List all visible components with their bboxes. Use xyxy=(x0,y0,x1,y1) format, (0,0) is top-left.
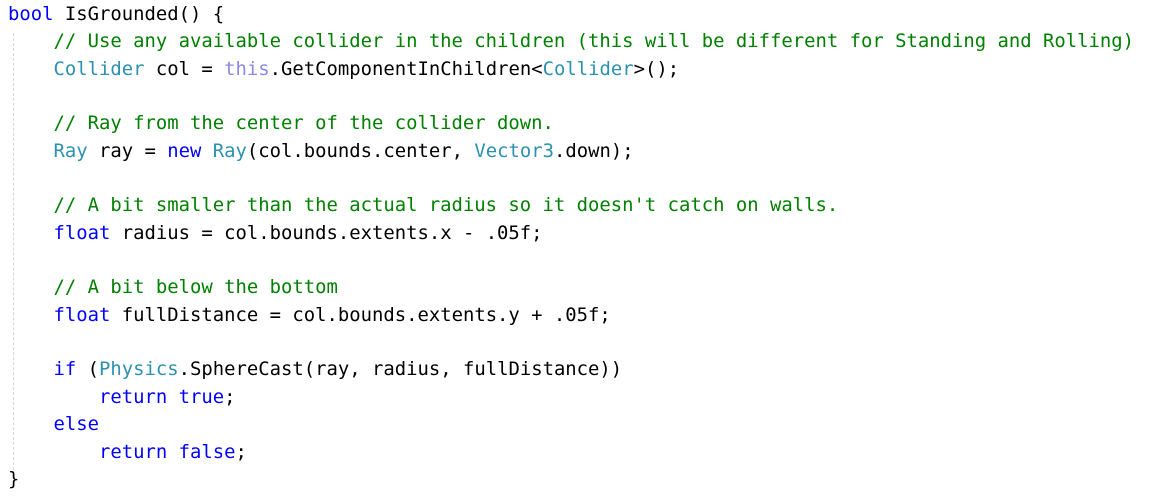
code-line: float radius = col.bounds.extents.x - .0… xyxy=(8,220,1134,247)
code-line: } xyxy=(8,466,1134,493)
code-token: } xyxy=(8,467,20,490)
code-token: ( xyxy=(76,358,99,381)
code-editor[interactable]: bool IsGrounded() { // Use any available… xyxy=(0,0,1157,499)
code-token: new xyxy=(167,139,202,162)
code-line: else xyxy=(8,411,1134,438)
code-token: if xyxy=(53,358,77,381)
code-token: // A bit smaller than the actual radius … xyxy=(53,194,839,217)
code-line: // Use any available collider in the chi… xyxy=(8,28,1134,55)
code-token: .down); xyxy=(553,139,634,162)
code-token: ray = xyxy=(87,139,168,162)
code-line: return true; xyxy=(8,384,1134,411)
code-token: Ray xyxy=(53,139,88,162)
code-token: col = xyxy=(144,57,225,80)
code-line: if (Physics.SphereCast(ray, radius, full… xyxy=(8,356,1134,383)
code-line: // Ray from the center of the collider d… xyxy=(8,110,1134,137)
code-token: true xyxy=(178,385,225,408)
code-token: Vector3 xyxy=(474,139,554,162)
code-token: ; xyxy=(224,385,236,408)
code-token: else xyxy=(53,413,100,436)
code-token: Ray xyxy=(212,139,247,162)
code-token: bool xyxy=(8,3,54,25)
code-line: // A bit smaller than the actual radius … xyxy=(8,192,1134,219)
code-token: this xyxy=(224,57,270,80)
code-token: fullDistance = col.bounds.extents.y + .0… xyxy=(110,303,611,326)
code-token: .SphereCast(ray, radius, fullDistance)) xyxy=(178,358,623,381)
code-token: .GetComponentInChildren< xyxy=(269,57,543,80)
code-token: float xyxy=(53,303,111,326)
code-token: // A bit below the bottom xyxy=(53,276,338,299)
code-token: return xyxy=(99,385,168,408)
code-line: return false; xyxy=(8,439,1134,466)
code-token: IsGrounded() { xyxy=(53,3,225,25)
code-token: Collider xyxy=(53,57,145,80)
code-line: // A bit below the bottom xyxy=(8,274,1134,301)
code-token: Collider xyxy=(542,57,634,80)
code-token: // Ray from the center of the collider d… xyxy=(53,112,554,135)
code-token: >(); xyxy=(633,57,680,80)
code-line: float fullDistance = col.bounds.extents.… xyxy=(8,302,1134,329)
code-token: return xyxy=(99,440,168,463)
code-token: ; xyxy=(235,440,247,463)
code-token: // Use any available collider in the chi… xyxy=(53,30,1134,53)
code-token: (col.bounds.center, xyxy=(246,139,475,162)
code-token: false xyxy=(178,440,236,463)
code-line: bool IsGrounded() { xyxy=(8,1,1134,28)
code-line: Collider col = this.GetComponentInChildr… xyxy=(8,56,1134,83)
code-line: Ray ray = new Ray(col.bounds.center, Vec… xyxy=(8,138,1134,165)
code-token: Physics xyxy=(99,358,179,381)
code-block[interactable]: bool IsGrounded() { // Use any available… xyxy=(8,1,1134,493)
code-token: float xyxy=(53,221,111,244)
code-token: radius = col.bounds.extents.x - .05f; xyxy=(110,221,543,244)
